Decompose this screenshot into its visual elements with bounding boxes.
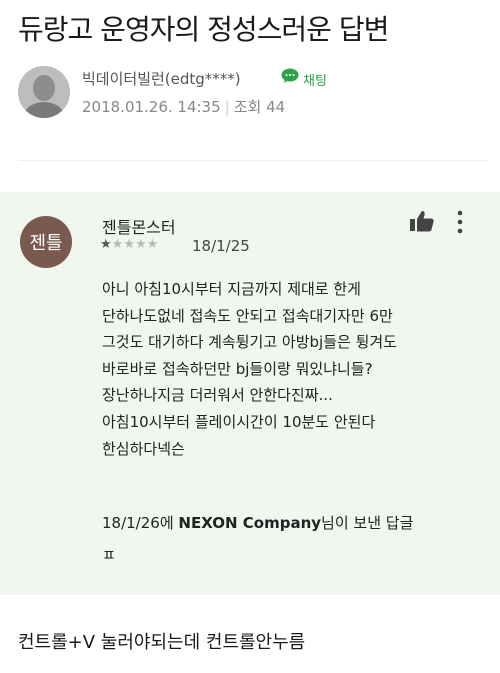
chat-link[interactable]: 채팅 — [303, 70, 327, 89]
star-empty-icon: ★ — [134, 237, 147, 252]
more-options-icon[interactable] — [456, 210, 464, 234]
reply-suffix: 님이 보낸 답글 — [321, 514, 414, 532]
review-body: 아니 아침10시부터 지금까지 제대로 한게 단하나도없네 접속도 안되고 접속… — [102, 276, 472, 462]
review-line: 장난하나지금 더러워서 안한다진짜... — [102, 386, 333, 405]
caption: 컨트롤+V 눌러야되는데 컨트롤안누름 — [18, 632, 306, 653]
developer-reply-header: 18/1/26에 NEXON Company님이 보낸 답글 — [102, 512, 413, 533]
author-avatar-image — [18, 66, 70, 118]
reply-date: 18/1/26에 — [102, 514, 179, 532]
star-empty-icon: ★ — [146, 237, 159, 252]
chat-bubble-icon[interactable] — [281, 68, 299, 84]
reviewer-avatar: 젠틀 — [20, 216, 72, 268]
star-empty-icon: ★ — [123, 237, 135, 252]
author-avatar[interactable] — [18, 66, 70, 118]
star-filled-icon: ★ — [100, 237, 112, 252]
review-line: 아침10시부터 플레이시간이 10분도 안된다 — [102, 412, 376, 431]
post-date: 2018.01.26. 14:35 — [82, 98, 221, 116]
author-name[interactable]: 빅데이터빌런(edtg****) — [82, 68, 241, 89]
author-row: 빅데이터빌런(edtg****) 채팅 2018.01.26. 14:35 | 조회… — [18, 66, 488, 126]
review-card: 젠틀 젠틀몬스터 ★★★★★ 18/1/25 아니 아침10시부터 지금까지 제… — [0, 192, 500, 595]
review-date: 18/1/25 — [192, 237, 250, 255]
post-meta: 2018.01.26. 14:35 | 조회 44 — [82, 96, 285, 117]
developer-reply-text: ㅍ — [102, 546, 116, 564]
post-title: 듀랑고 운영자의 정성스러운 답변 — [18, 13, 389, 46]
review-line: 그것도 대기하다 계속튕기고 아방bj들은 튕겨도 — [102, 333, 397, 352]
reviewer-name: 젠틀몬스터 — [102, 218, 176, 237]
review-line: 한심하다넥슨 — [102, 439, 185, 458]
review-line: 바로바로 접속하던만 bj들이랑 뭐있냐니들? — [102, 359, 373, 378]
reply-company: NEXON Company — [178, 514, 322, 532]
view-count: 조회 44 — [233, 98, 286, 116]
star-empty-icon: ★ — [111, 237, 124, 252]
review-line: 아니 아침10시부터 지금까지 제대로 한게 — [102, 280, 361, 298]
meta-separator: | — [224, 98, 230, 116]
rating-stars: ★★★★★ — [100, 237, 158, 252]
divider — [18, 160, 488, 161]
review-line: 단하나도없네 접속도 안되고 접속대기자만 6만 — [102, 306, 393, 325]
thumbs-up-icon[interactable] — [410, 210, 434, 232]
